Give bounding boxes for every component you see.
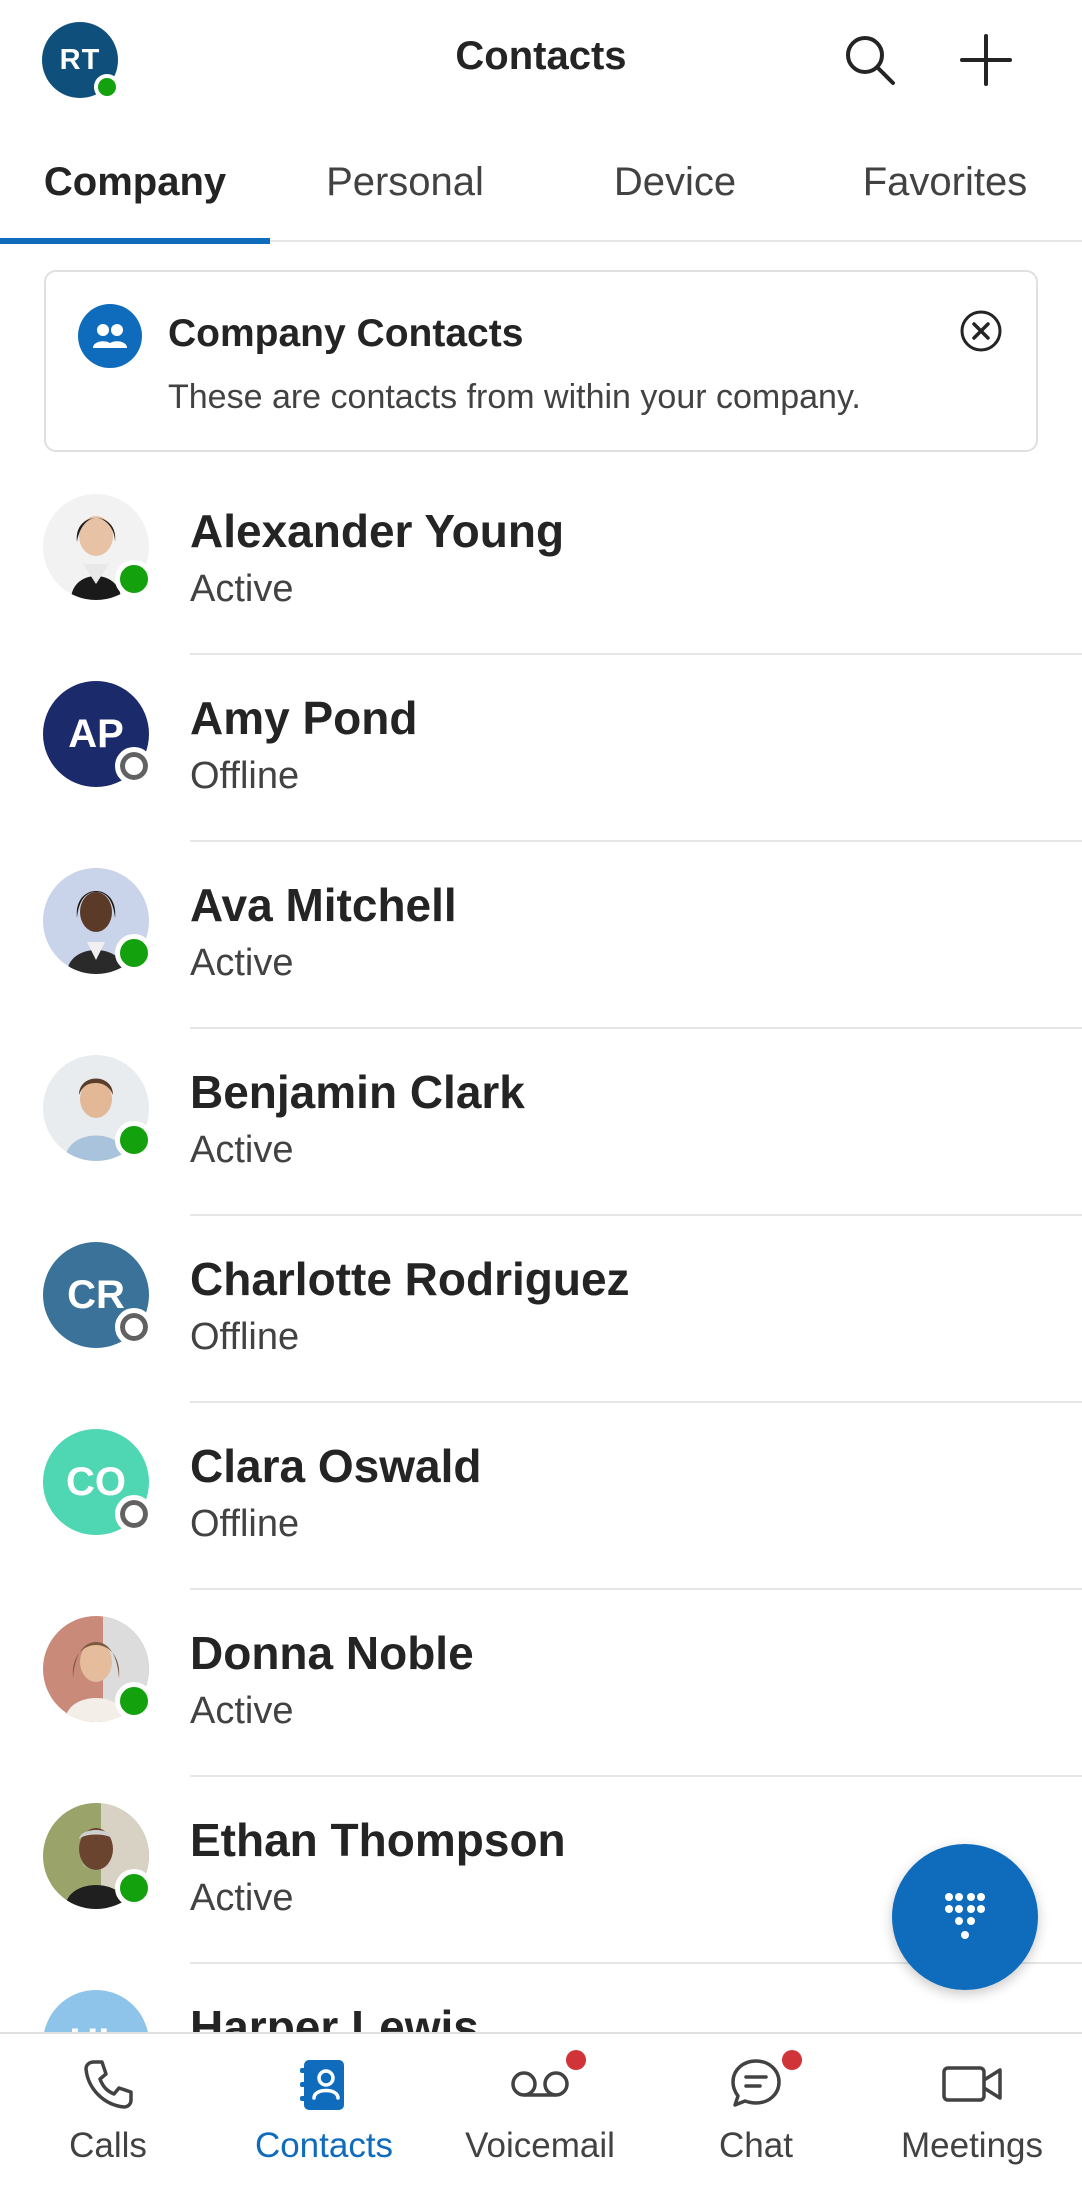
banner-title: Company Contacts	[168, 312, 524, 355]
nav-contacts[interactable]: Contacts	[216, 2034, 432, 2188]
search-button[interactable]	[834, 24, 906, 96]
tab-favorites[interactable]: Favorites	[810, 122, 1080, 242]
nav-label: Chat	[719, 2126, 793, 2165]
contact-avatar: AP	[43, 681, 153, 787]
contact-row[interactable]: CR Charlotte Rodriguez Offline	[0, 1216, 1082, 1403]
contact-row[interactable]: Donna Noble Active	[0, 1590, 1082, 1777]
contact-initials: HL	[69, 2021, 122, 2033]
tab-company[interactable]: Company	[0, 122, 270, 244]
presence-active-indicator	[115, 934, 153, 972]
presence-offline-indicator	[115, 747, 153, 785]
add-contact-button[interactable]	[950, 24, 1022, 96]
contact-tabs: Company Personal Device Favorites	[0, 122, 1082, 244]
video-icon	[940, 2052, 1004, 2116]
contact-avatar	[43, 868, 153, 974]
nav-label: Contacts	[254, 2126, 394, 2165]
contact-avatar	[43, 494, 153, 600]
nav-chat[interactable]: Chat	[648, 2034, 864, 2188]
presence-offline-indicator	[115, 1308, 153, 1346]
banner-text: These are contacts from within your comp…	[168, 378, 861, 416]
contact-name: Alexander Young	[190, 505, 565, 557]
contact-status: Active	[190, 1129, 294, 1171]
contact-initials: CR	[67, 1272, 125, 1317]
contact-avatar	[43, 1055, 153, 1161]
contact-status: Offline	[190, 1503, 300, 1545]
contact-status: Active	[190, 568, 294, 610]
nav-label: Calls	[69, 2126, 147, 2165]
tab-personal[interactable]: Personal	[270, 122, 540, 242]
contact-row[interactable]: Alexander Young Active	[0, 468, 1082, 655]
contact-name: Donna Noble	[190, 1627, 474, 1679]
contact-name: Benjamin Clark	[190, 1066, 525, 1118]
contact-name: Ethan Thompson	[190, 1814, 566, 1866]
phone-icon	[76, 2052, 140, 2116]
presence-active-indicator	[115, 1682, 153, 1720]
contact-row[interactable]: CO Clara Oswald Offline	[0, 1403, 1082, 1590]
voicemail-icon	[508, 2050, 586, 2116]
contact-name: Charlotte Rodriguez	[190, 1253, 630, 1305]
notification-badge	[782, 2050, 802, 2070]
contact-initials: CO	[66, 1459, 126, 1504]
contact-list: Alexander Young Active AP Amy Pond Offli…	[0, 468, 1082, 2032]
contact-status: Offline	[190, 755, 300, 797]
contact-card-icon	[292, 2052, 356, 2116]
contact-row[interactable]: Ava Mitchell Active	[0, 842, 1082, 1029]
nav-label: Meetings	[900, 2126, 1044, 2165]
contact-avatar	[43, 1616, 153, 1722]
contact-name: Amy Pond	[190, 692, 418, 744]
notification-badge	[566, 2050, 586, 2070]
contact-initials: AP	[68, 711, 124, 756]
dialpad-button[interactable]	[892, 1844, 1038, 1990]
nav-voicemail[interactable]: Voicemail	[432, 2034, 648, 2188]
chat-icon	[724, 2050, 802, 2116]
nav-meetings[interactable]: Meetings	[864, 2034, 1080, 2188]
contact-name: Ava Mitchell	[190, 879, 457, 931]
contact-status: Active	[190, 1690, 294, 1732]
company-contacts-banner: Company Contacts These are contacts from…	[44, 270, 1038, 452]
contact-status: Active	[190, 942, 294, 984]
add-icon	[960, 34, 1012, 86]
nav-calls[interactable]: Calls	[0, 2034, 216, 2188]
tab-device[interactable]: Device	[540, 122, 810, 242]
contact-avatar: CO	[43, 1429, 153, 1535]
contact-row[interactable]: Benjamin Clark Active	[0, 1029, 1082, 1216]
contact-avatar: CR	[43, 1242, 153, 1348]
banner-close-button[interactable]	[956, 306, 1006, 356]
dismiss-circle-icon	[960, 310, 1002, 352]
presence-offline-indicator	[115, 1495, 153, 1533]
nav-label: Voicemail	[465, 2126, 615, 2165]
presence-active-indicator	[115, 1121, 153, 1159]
contact-status: Offline	[190, 1316, 300, 1358]
contact-name: Harper Lewis	[190, 2001, 479, 2032]
bottom-navigation: Calls Contacts Voicemail Chat Meetings	[0, 2032, 1082, 2188]
contact-avatar	[43, 1803, 153, 1909]
presence-active-indicator	[115, 560, 153, 598]
dialpad-icon	[945, 1893, 985, 1939]
contact-name: Clara Oswald	[190, 1440, 482, 1492]
contact-status: Active	[190, 1877, 294, 1919]
contact-row[interactable]: AP Amy Pond Offline	[0, 655, 1082, 842]
search-icon	[846, 36, 895, 85]
app-header: RT Contacts	[0, 0, 1082, 122]
people-icon	[78, 304, 142, 368]
contact-avatar: HL	[43, 1990, 149, 2032]
page-title: Contacts	[455, 34, 627, 78]
presence-active-indicator	[115, 1869, 153, 1907]
contacts-screen: RT Contacts Company Personal Device Favo…	[0, 0, 1082, 2188]
